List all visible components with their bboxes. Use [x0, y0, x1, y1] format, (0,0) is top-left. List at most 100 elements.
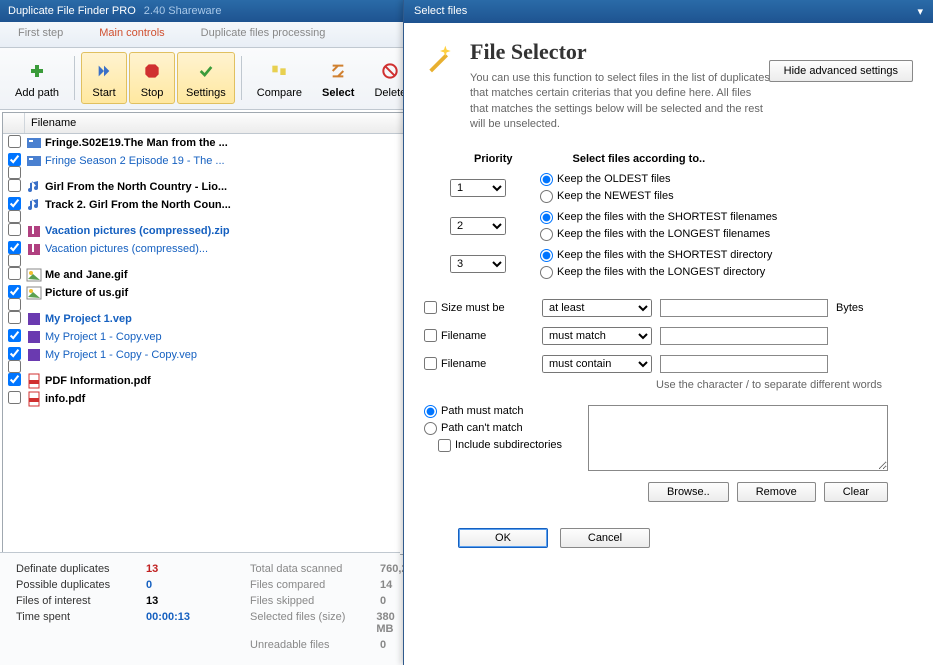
file-type-icon	[25, 347, 43, 363]
file-type-icon	[25, 179, 43, 195]
file-type-icon	[25, 329, 43, 345]
tab-main-controls[interactable]: Main controls	[81, 22, 182, 47]
compare-icon	[265, 57, 293, 85]
stat-value: 0	[380, 639, 386, 651]
filter-hint: Use the character / to separate differen…	[656, 379, 913, 391]
size-must-be-check[interactable]: Size must be	[424, 301, 534, 314]
stat-value: 0	[380, 595, 386, 607]
settings-button[interactable]: Settings	[177, 52, 235, 104]
row-checkbox[interactable]	[8, 267, 21, 280]
separator	[241, 56, 242, 100]
row-checkbox[interactable]	[8, 347, 21, 360]
add-path-button[interactable]: Add path	[6, 52, 68, 104]
file-type-icon	[25, 311, 43, 327]
radio-shortest-filename[interactable]: Keep the files with the SHORTEST filenam…	[540, 211, 777, 224]
separator	[74, 56, 75, 100]
stat-label: Files of interest	[16, 595, 136, 607]
priority-3-select[interactable]: 3	[450, 255, 506, 273]
row-checkbox[interactable]	[8, 329, 21, 342]
radio-longest-directory[interactable]: Keep the files with the LONGEST director…	[540, 266, 772, 279]
stop-icon	[138, 57, 166, 85]
radio-oldest[interactable]: Keep the OLDEST files	[540, 173, 674, 186]
file-type-icon	[25, 391, 43, 407]
window-controls[interactable]: ▾	[917, 5, 923, 18]
check-icon	[192, 57, 220, 85]
ok-button[interactable]: OK	[458, 528, 548, 548]
start-button[interactable]: Start	[81, 52, 127, 104]
file-type-icon	[25, 197, 43, 213]
compare-button[interactable]: Compare	[248, 52, 311, 104]
tab-first-step[interactable]: First step	[0, 22, 81, 47]
row-checkbox[interactable]	[8, 153, 21, 166]
stat-value: 13	[146, 563, 158, 575]
dialog-title: Select files	[414, 5, 467, 18]
row-checkbox[interactable]	[8, 241, 21, 254]
row-checkbox[interactable]	[8, 373, 21, 386]
app-version: 2.40 Shareware	[144, 5, 222, 17]
file-type-icon	[25, 135, 43, 151]
radio-shortest-directory[interactable]: Keep the files with the SHORTEST directo…	[540, 249, 772, 262]
stat-value: 13	[146, 595, 158, 607]
filename-match-select[interactable]: must match	[542, 327, 652, 345]
row-checkbox[interactable]	[8, 285, 21, 298]
app-title: Duplicate File Finder PRO	[8, 5, 136, 17]
wand-icon	[424, 43, 456, 78]
row-checkbox[interactable]	[8, 223, 21, 236]
plus-icon	[23, 57, 51, 85]
file-type-icon	[25, 373, 43, 389]
stop-button[interactable]: Stop	[129, 52, 175, 104]
tab-duplicate-processing[interactable]: Duplicate files processing	[183, 22, 344, 47]
priority-1-select[interactable]: 1	[450, 179, 506, 197]
remove-button[interactable]: Remove	[737, 482, 816, 502]
filename-match-input[interactable]	[660, 327, 828, 345]
stats-panel: Definate duplicates13Possible duplicates…	[0, 552, 400, 665]
file-type-icon	[25, 153, 43, 169]
row-checkbox[interactable]	[8, 391, 21, 404]
filename-match-check[interactable]: Filename	[424, 329, 534, 342]
radio-longest-filename[interactable]: Keep the files with the LONGEST filename…	[540, 228, 777, 241]
select-button[interactable]: Select	[313, 52, 363, 104]
stat-value: 0	[146, 579, 152, 591]
include-subdirs-check[interactable]: Include subdirectories	[438, 439, 574, 452]
browse-button[interactable]: Browse..	[648, 482, 729, 502]
row-checkbox[interactable]	[8, 311, 21, 324]
row-checkbox[interactable]	[8, 179, 21, 192]
header-check[interactable]	[3, 113, 25, 133]
dialog-title-bar[interactable]: Select files ▾	[404, 0, 933, 23]
dialog-description: You can use this function to select file…	[470, 71, 770, 133]
filename-contain-input[interactable]	[660, 355, 828, 373]
path-must-match-radio[interactable]: Path must match	[424, 405, 574, 418]
path-textarea[interactable]	[588, 405, 888, 471]
hide-advanced-button[interactable]: Hide advanced settings	[769, 60, 913, 82]
cancel-button[interactable]: Cancel	[560, 528, 650, 548]
stat-value: 14	[380, 579, 392, 591]
select-icon	[324, 57, 352, 85]
file-type-icon	[25, 267, 43, 283]
filename-contain-select[interactable]: must contain	[542, 355, 652, 373]
file-type-icon	[25, 223, 43, 239]
stat-label: Time spent	[16, 611, 136, 623]
file-selector-dialog: Select files ▾ File Selector You can use…	[403, 0, 933, 665]
row-checkbox[interactable]	[8, 135, 21, 148]
play-icon	[90, 57, 118, 85]
delete-icon	[376, 57, 404, 85]
stat-label: Unreadable files	[250, 639, 370, 651]
size-value-input[interactable]	[660, 299, 828, 317]
priority-header: Priority	[474, 153, 513, 165]
stat-value: 00:00:13	[146, 611, 190, 623]
stat-label: Total data scanned	[250, 563, 370, 575]
file-type-icon	[25, 241, 43, 257]
stat-label: Files skipped	[250, 595, 370, 607]
clear-button[interactable]: Clear	[824, 482, 888, 502]
radio-newest[interactable]: Keep the NEWEST files	[540, 190, 674, 203]
size-condition-select[interactable]: at least	[542, 299, 652, 317]
file-type-icon	[25, 285, 43, 301]
stat-label: Selected files (size)	[250, 611, 366, 635]
select-according-header: Select files according to..	[573, 153, 706, 165]
stat-label: Files compared	[250, 579, 370, 591]
priority-2-select[interactable]: 2	[450, 217, 506, 235]
row-checkbox[interactable]	[8, 197, 21, 210]
dialog-heading: File Selector	[470, 39, 770, 65]
path-cant-match-radio[interactable]: Path can't match	[424, 422, 574, 435]
filename-contain-check[interactable]: Filename	[424, 357, 534, 370]
